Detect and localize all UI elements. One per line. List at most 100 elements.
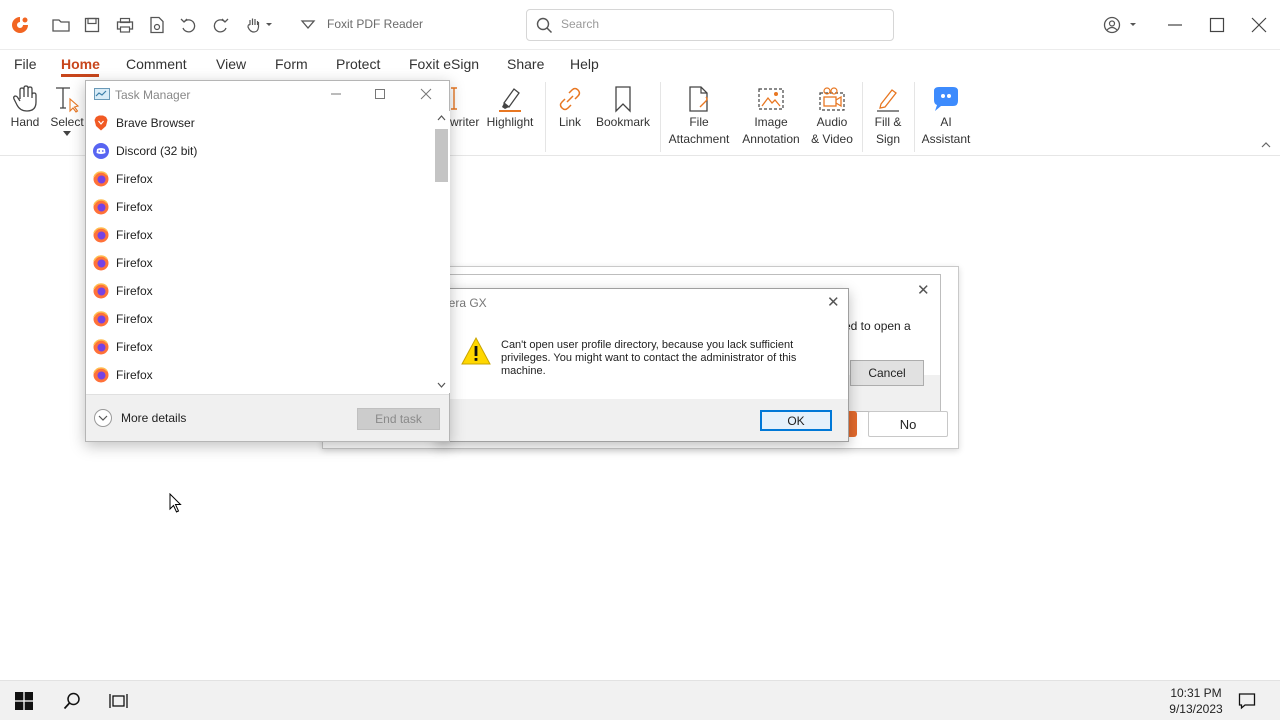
ribbon-separator <box>862 82 863 152</box>
title-bar: Foxit PDF Reader <box>0 0 1280 50</box>
audio-video-label-2: & Video <box>811 132 853 146</box>
mouse-cursor-icon <box>169 493 182 513</box>
search-box[interactable] <box>526 9 894 41</box>
process-item[interactable]: Discord (32 bit) <box>93 137 433 165</box>
menu-comment[interactable]: Comment <box>126 56 187 72</box>
link-button[interactable]: Link <box>553 78 587 152</box>
fill-sign-label-2: Sign <box>875 132 901 146</box>
redo-icon[interactable] <box>209 13 233 37</box>
firefox-icon <box>93 199 109 215</box>
audio-video-label-1: Audio <box>816 115 848 129</box>
process-name: Firefox <box>116 312 153 326</box>
scrollbar-thumb[interactable] <box>435 129 448 182</box>
tm-minimize-icon[interactable] <box>324 84 348 104</box>
ai-assistant-button[interactable]: AI Assistant <box>918 78 974 152</box>
windows-start-icon[interactable] <box>12 689 36 713</box>
close-window-icon[interactable] <box>1247 13 1271 37</box>
process-name: Firefox <box>116 200 153 214</box>
customize-chevron-icon[interactable] <box>296 13 320 37</box>
ai-assistant-label-2: Assistant <box>921 132 971 146</box>
open-folder-icon[interactable] <box>49 13 73 37</box>
search-input[interactable] <box>561 17 861 31</box>
process-name: Firefox <box>116 368 153 382</box>
yes-button[interactable] <box>848 411 857 437</box>
brave-icon <box>93 115 109 131</box>
hand-tool-dropdown-icon[interactable] <box>244 13 276 37</box>
image-annotation-label-2: Annotation <box>742 132 800 146</box>
end-task-button[interactable]: End task <box>357 408 440 430</box>
select-dropdown-icon[interactable] <box>63 131 71 136</box>
clock-time: 10:31 PM <box>1170 686 1222 700</box>
menu-file[interactable]: File <box>14 56 37 72</box>
error-dialog-close-icon[interactable]: ✕ <box>827 293 840 311</box>
highlight-button[interactable]: Highlight <box>482 78 538 152</box>
process-item[interactable]: Firefox <box>93 221 433 249</box>
firefox-icon <box>93 339 109 355</box>
highlight-icon <box>499 88 521 112</box>
save-icon[interactable] <box>80 13 104 37</box>
chevron-down-icon <box>94 409 112 427</box>
bookmark-button[interactable]: Bookmark <box>594 78 652 152</box>
task-view-icon[interactable] <box>107 689 131 713</box>
tm-close-icon[interactable] <box>414 84 438 104</box>
scroll-up-icon[interactable] <box>437 115 446 121</box>
firefox-icon <box>93 227 109 243</box>
undo-icon[interactable] <box>176 13 200 37</box>
menu-protect[interactable]: Protect <box>336 56 380 72</box>
select-tool-button[interactable]: Select <box>48 78 86 152</box>
menu-view[interactable]: View <box>216 56 246 72</box>
ai-assistant-icon <box>934 87 958 111</box>
more-details-toggle[interactable]: More details <box>94 409 186 427</box>
image-annotation-label-1: Image <box>754 115 788 129</box>
menu-form[interactable]: Form <box>275 56 308 72</box>
fill-sign-button[interactable]: Fill & Sign <box>868 78 908 152</box>
scroll-down-icon[interactable] <box>437 382 446 388</box>
notification-center-icon[interactable] <box>1235 689 1259 713</box>
process-name: Firefox <box>116 228 153 242</box>
hand-label: Hand <box>10 115 40 129</box>
bookmark-label: Bookmark <box>595 115 651 129</box>
no-button[interactable]: No <box>868 411 948 437</box>
tm-maximize-icon[interactable] <box>368 84 392 104</box>
typewriter-button[interactable]: writer <box>450 78 480 152</box>
print-icon[interactable] <box>113 13 137 37</box>
confirm-dialog-close-icon[interactable]: ✕ <box>917 281 930 299</box>
menu-share[interactable]: Share <box>507 56 544 72</box>
select-label: Select <box>50 115 84 129</box>
process-name: Firefox <box>116 256 153 270</box>
process-item[interactable]: Firefox <box>93 193 433 221</box>
process-item[interactable]: Firefox <box>93 277 433 305</box>
foxit-logo-icon[interactable] <box>8 13 32 37</box>
account-icon[interactable] <box>1100 13 1140 37</box>
process-item[interactable]: Firefox <box>93 305 433 333</box>
process-item[interactable]: Brave Browser <box>93 109 433 137</box>
hand-tool-button[interactable]: Hand <box>4 78 46 152</box>
taskbar-search-icon[interactable] <box>60 689 84 713</box>
export-icon[interactable] <box>145 13 169 37</box>
task-manager-window: Task Manager Brave Browser Discord (32 b… <box>85 80 450 442</box>
image-annotation-button[interactable]: Image Annotation <box>738 78 804 152</box>
more-details-label: More details <box>121 411 187 425</box>
cancel-button[interactable]: Cancel <box>850 360 924 386</box>
highlight-label: Highlight <box>486 115 534 129</box>
menu-home[interactable]: Home <box>61 56 100 72</box>
search-icon <box>536 17 553 34</box>
audio-video-button[interactable]: Audio & Video <box>807 78 857 152</box>
ribbon-separator <box>914 82 915 152</box>
file-attachment-button[interactable]: File Attachment <box>667 78 731 152</box>
process-name: Firefox <box>116 172 153 186</box>
process-item[interactable]: Firefox <box>93 361 433 389</box>
discord-icon <box>93 143 109 159</box>
collapse-ribbon-icon[interactable] <box>1261 141 1271 148</box>
app-title: Foxit PDF Reader <box>327 17 424 31</box>
system-clock[interactable]: 10:31 PM 9/13/2023 <box>1160 685 1232 717</box>
ok-button[interactable]: OK <box>760 410 832 431</box>
maximize-window-icon[interactable] <box>1205 13 1229 37</box>
menu-foxit-esign[interactable]: Foxit eSign <box>409 56 479 72</box>
process-name: Brave Browser <box>116 116 195 130</box>
menu-help[interactable]: Help <box>570 56 599 72</box>
process-item[interactable]: Firefox <box>93 333 433 361</box>
process-item[interactable]: Firefox <box>93 249 433 277</box>
minimize-window-icon[interactable] <box>1163 13 1187 37</box>
process-item[interactable]: Firefox <box>93 165 433 193</box>
